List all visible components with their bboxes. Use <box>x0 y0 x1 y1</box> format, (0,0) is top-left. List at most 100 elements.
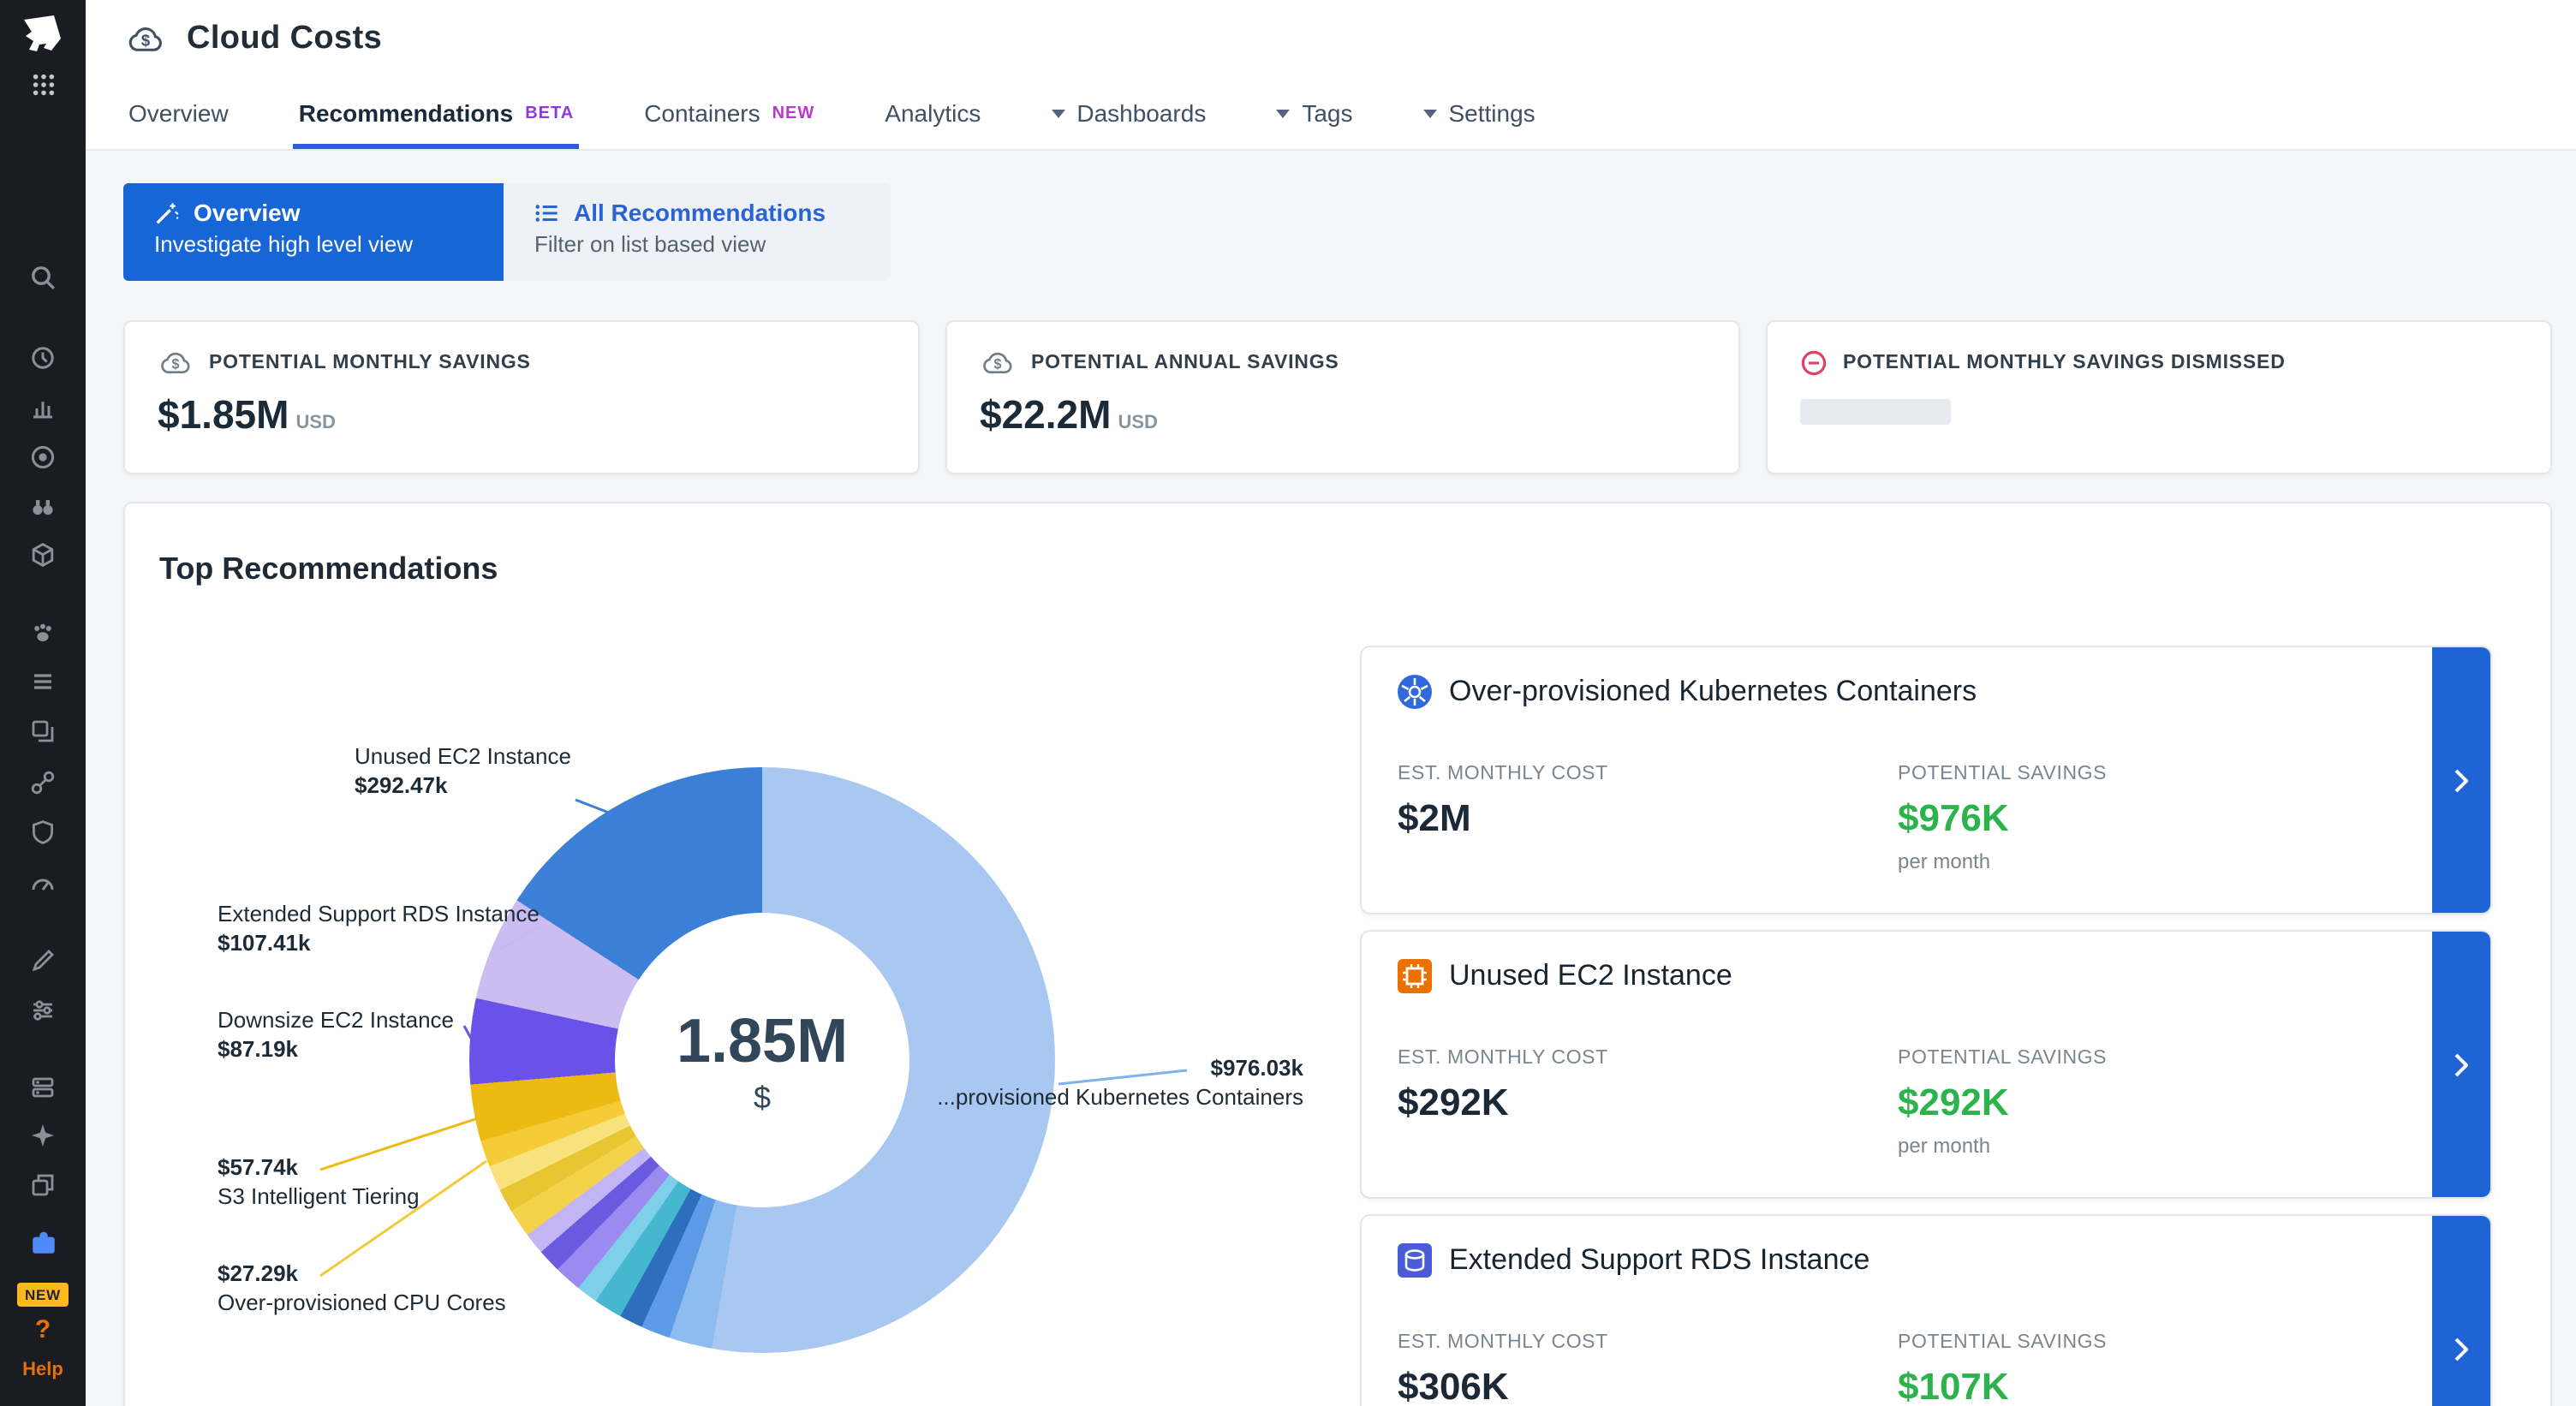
callout-downsize-ec2: Downsize EC2 Instance $87.19k <box>218 1005 454 1063</box>
puzzle-icon <box>28 1227 57 1256</box>
callout-cpu-cores: $27.29k Over-provisioned CPU Cores <box>218 1259 506 1317</box>
sidebar-item-service-map[interactable] <box>0 767 86 798</box>
sidebar-item-software-catalog[interactable] <box>0 1170 86 1200</box>
recommendation-list: Over-provisioned Kubernetes Containers E… <box>1360 646 2492 1406</box>
recommendation-title: Extended Support RDS Instance <box>1449 1243 1869 1278</box>
cube-icon <box>29 541 57 569</box>
callout-kubernetes: $976.03k ...provisioned Kubernetes Conta… <box>872 1053 1303 1111</box>
potential-savings: POTENTIAL SAVINGS $976K per month <box>1898 764 2107 873</box>
sidebar-item-integrations[interactable] <box>0 539 86 570</box>
layers-icon <box>29 1171 57 1199</box>
sidebar-item-apps[interactable] <box>0 69 86 99</box>
tab-overview[interactable]: Overview <box>128 77 229 149</box>
tab-analytics[interactable]: Analytics <box>885 77 981 149</box>
top-recommendations-panel: Top Recommendations 1.85M $ <box>123 502 2552 1406</box>
question-icon: ? <box>35 1314 51 1343</box>
pencil-icon <box>29 947 57 974</box>
view-toggle: Overview Investigate high level view All… <box>123 183 2576 281</box>
circle-minus-icon <box>1800 349 1828 377</box>
summary-card-value: $1.85MUSD <box>158 392 886 438</box>
sparkle-icon <box>29 1122 57 1149</box>
sidebar-item-security[interactable] <box>0 817 86 848</box>
main-area: $ Cloud Costs Overview Recommendations B… <box>86 0 2576 1406</box>
sidebar-item-watchdog[interactable] <box>0 492 86 522</box>
chevron-right-icon <box>2454 1337 2468 1361</box>
summary-card-annual: $ POTENTIAL ANNUAL SAVINGS $22.2MUSD <box>945 320 1740 474</box>
open-recommendation-button[interactable] <box>2432 932 2490 1197</box>
apps-grid-icon <box>30 71 56 97</box>
open-recommendation-button[interactable] <box>2432 647 2490 913</box>
recommendation-title: Unused EC2 Instance <box>1449 959 1732 993</box>
list-icon <box>534 200 560 225</box>
help-label: Help <box>22 1360 63 1380</box>
beta-badge: BETA <box>525 104 574 122</box>
cloud-cost-icon: $ <box>125 23 166 54</box>
recommendation-card-kubernetes[interactable]: Over-provisioned Kubernetes Containers E… <box>1360 646 2492 914</box>
target-icon <box>29 444 57 471</box>
sidebar: NEW ? Help <box>0 0 86 1406</box>
summary-card-monthly: $ POTENTIAL MONTHLY SAVINGS $1.85MUSD <box>123 320 920 474</box>
sidebar-help[interactable]: Help <box>0 1356 86 1384</box>
section-heading: Top Recommendations <box>159 551 498 587</box>
cloud-cost-icon: $ <box>980 349 1016 377</box>
chevron-right-icon <box>2454 768 2468 792</box>
callout-rds: Extended Support RDS Instance $107.41k <box>218 899 540 957</box>
sidebar-help-question[interactable]: ? <box>0 1315 86 1343</box>
summary-card-title: POTENTIAL ANNUAL SAVINGS <box>1031 353 1339 373</box>
page-header: $ Cloud Costs <box>86 0 2576 77</box>
chevron-down-icon <box>1423 109 1437 117</box>
savings-donut-chart-area: 1.85M $ Unused EC2 Instance $292.47k <box>159 632 1358 1406</box>
page-title: Cloud Costs <box>187 20 382 57</box>
sidebar-item-notebooks[interactable] <box>0 945 86 976</box>
sidebar-item-marketplace[interactable] <box>0 1226 86 1257</box>
bar-chart-icon <box>29 394 57 421</box>
wand-icon <box>154 200 180 225</box>
server-icon <box>29 1074 57 1101</box>
callout-unused-ec2: Unused EC2 Instance $292.47k <box>355 742 571 800</box>
est-monthly-cost: EST. MONTHLY COST $292K <box>1398 1048 1608 1125</box>
potential-savings: POTENTIAL SAVINGS $107K per month <box>1898 1332 2107 1406</box>
est-monthly-cost: EST. MONTHLY COST $2M <box>1398 764 1608 841</box>
recommendation-card-unused-ec2[interactable]: Unused EC2 Instance EST. MONTHLY COST $2… <box>1360 930 2492 1199</box>
toggle-all-recommendations-button[interactable]: All Recommendations Filter on list based… <box>504 183 891 281</box>
sidebar-item-filters[interactable] <box>0 995 86 1026</box>
sidebar-item-monitors[interactable] <box>0 442 86 473</box>
recommendation-title: Over-provisioned Kubernetes Containers <box>1449 675 1977 709</box>
currency-unit: USD <box>1118 413 1157 433</box>
sidebar-item-dashboards[interactable] <box>0 392 86 423</box>
ec2-icon <box>1398 959 1432 993</box>
summary-row: $ POTENTIAL MONTHLY SAVINGS $1.85MUSD $ … <box>123 320 2576 474</box>
sidebar-item-search[interactable] <box>0 262 86 293</box>
sidebar-item-llm[interactable] <box>0 1120 86 1151</box>
tab-bar: Overview Recommendations BETA Containers… <box>86 77 2576 151</box>
summary-card-dismissed: POTENTIAL MONTHLY SAVINGS DISMISSED <box>1766 320 2552 474</box>
sidebar-item-apm[interactable] <box>0 716 86 747</box>
sidebar-item-synthetics[interactable] <box>0 868 86 899</box>
sidebar-item-home[interactable] <box>0 7 86 62</box>
recommendation-card-rds[interactable]: Extended Support RDS Instance EST. MONTH… <box>1360 1214 2492 1406</box>
open-recommendation-button[interactable] <box>2432 1216 2490 1406</box>
tab-recommendations[interactable]: Recommendations BETA <box>299 77 574 149</box>
potential-savings: POTENTIAL SAVINGS $292K per month <box>1898 1048 2107 1158</box>
summary-card-value: $22.2MUSD <box>980 392 1706 438</box>
sidebar-item-history[interactable] <box>0 343 86 373</box>
new-badge-label: NEW <box>18 1283 68 1307</box>
sidebar-item-bits-ai[interactable] <box>0 618 86 649</box>
tab-settings[interactable]: Settings <box>1423 77 1535 149</box>
history-icon <box>29 344 57 372</box>
sidebar-new-badge: NEW <box>0 1281 86 1308</box>
tab-tags[interactable]: Tags <box>1276 77 1352 149</box>
list-lines-icon <box>29 668 57 695</box>
sliders-icon <box>29 997 57 1024</box>
toggle-all-subtitle: Filter on list based view <box>534 231 860 257</box>
windows-icon <box>29 718 57 745</box>
tab-containers[interactable]: Containers NEW <box>644 77 814 149</box>
sidebar-item-infrastructure[interactable] <box>0 1072 86 1103</box>
tab-dashboards[interactable]: Dashboards <box>1051 77 1206 149</box>
new-badge: NEW <box>772 104 815 122</box>
chevron-right-icon <box>2454 1052 2468 1076</box>
sidebar-item-metrics[interactable] <box>0 666 86 697</box>
chevron-down-icon <box>1276 109 1290 117</box>
toggle-overview-button[interactable]: Overview Investigate high level view <box>123 183 504 281</box>
datadog-logo-icon <box>21 14 65 55</box>
